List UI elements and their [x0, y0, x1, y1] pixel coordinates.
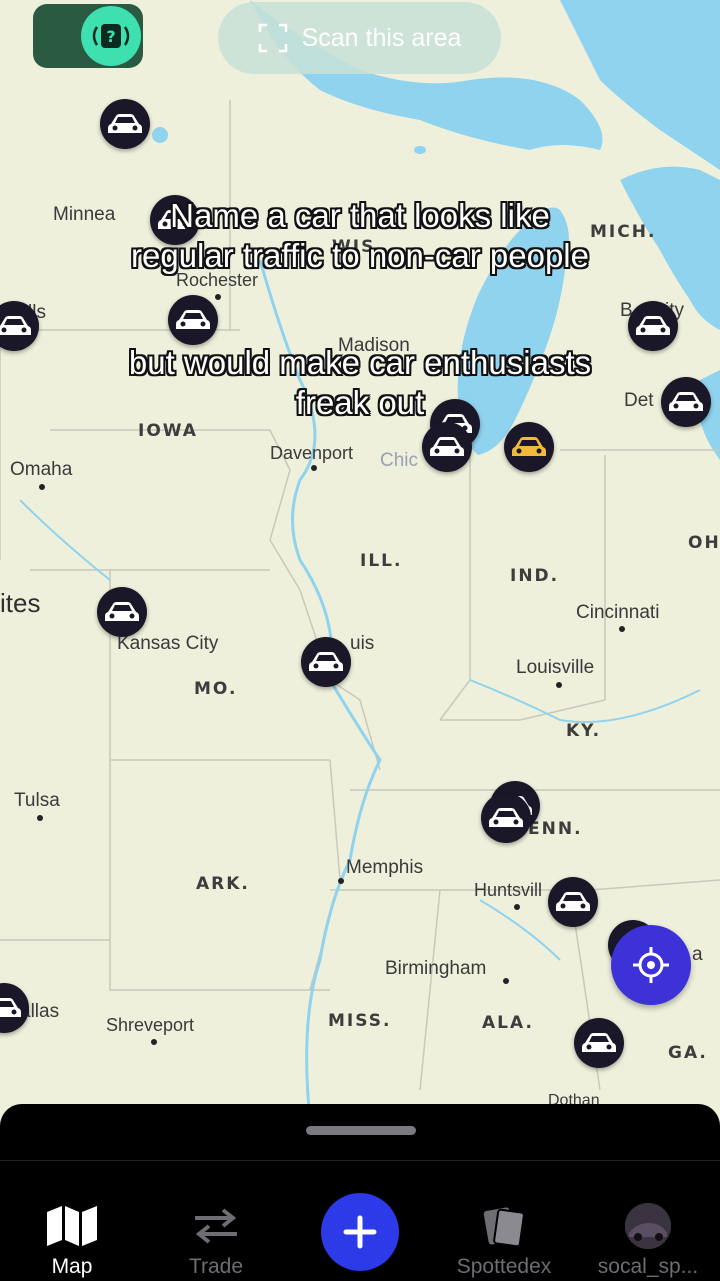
crosshair-icon: [633, 947, 669, 983]
tab-bar: Map Trade Spottedex socal_sp...: [0, 1160, 720, 1281]
tab-label: Trade: [188, 1255, 244, 1278]
car-icon: [489, 808, 523, 827]
state-label: ILL.: [360, 551, 403, 571]
city-label: Davenport: [270, 443, 354, 463]
city-label: Shreveport: [106, 1015, 195, 1035]
question-radio-icon: ?: [81, 6, 141, 66]
city-dot: [556, 682, 562, 688]
car-pin[interactable]: [97, 587, 147, 637]
caption-line: but would make car enthusiasts: [128, 344, 592, 381]
city-label: Omaha: [10, 459, 73, 480]
car-pin[interactable]: [301, 637, 351, 687]
scan-area-label: Scan this area: [301, 23, 462, 52]
tab-label: socal_sp...: [597, 1255, 699, 1278]
car-icon: [512, 437, 546, 456]
city-label: Huntsvill: [474, 880, 543, 900]
state-label: ENN.: [528, 819, 583, 839]
caption-line: freak out: [295, 384, 425, 421]
state-label: GA.: [668, 1043, 708, 1063]
scan-area-button[interactable]: Scan this area: [218, 2, 501, 74]
sheet-handle[interactable]: [306, 1126, 416, 1135]
map-icon: [45, 1197, 99, 1255]
car-icon: [0, 998, 21, 1017]
avatar: [625, 1203, 671, 1249]
car-icon: [309, 652, 343, 671]
radar-toggle[interactable]: ?: [33, 4, 143, 68]
tab-map[interactable]: Map: [0, 1161, 144, 1281]
locate-me-button[interactable]: [611, 925, 691, 1005]
car-icon: [636, 316, 670, 335]
plus-icon: [343, 1215, 377, 1249]
city-dot: [39, 484, 45, 490]
car-pin[interactable]: [100, 99, 150, 149]
svg-text:?: ?: [106, 27, 115, 46]
car-pin[interactable]: [504, 422, 554, 472]
city-label: uis: [350, 633, 375, 654]
caption-line: Name a car that looks like: [170, 197, 550, 234]
city-label: Birmingham: [385, 958, 487, 979]
city-dot: [503, 978, 509, 984]
car-icon: [556, 892, 590, 911]
add-spot-button[interactable]: [321, 1193, 399, 1271]
car-icon: [108, 114, 142, 133]
city-label: Kansas City: [117, 633, 219, 654]
state-label: MISS.: [328, 1011, 392, 1031]
car-icon: [105, 602, 139, 621]
city-dot: [619, 626, 625, 632]
city-label: Louisville: [516, 657, 595, 678]
cards-icon: [480, 1197, 528, 1255]
city-dot: [514, 904, 520, 910]
tab-trade[interactable]: Trade: [144, 1161, 288, 1281]
car-icon: [176, 310, 210, 329]
car-pin[interactable]: [422, 422, 472, 472]
city-label: Cincinnati: [576, 602, 660, 623]
car-pin[interactable]: [168, 295, 218, 345]
car-pin[interactable]: [574, 1018, 624, 1068]
city-dot: [215, 294, 221, 300]
country-label: ites: [0, 588, 41, 618]
city-dot: [338, 878, 344, 884]
city-label: Memphis: [346, 857, 424, 878]
tab-add[interactable]: [288, 1161, 432, 1281]
tab-profile[interactable]: socal_sp...: [576, 1161, 720, 1281]
car-pin[interactable]: [481, 793, 531, 843]
tab-label: Spottedex: [456, 1255, 552, 1278]
city-label: Tulsa: [14, 790, 60, 811]
car-icon: [582, 1033, 616, 1052]
state-label: KY.: [566, 721, 602, 741]
city-label: a: [692, 944, 703, 965]
caption-line: regular traffic to non-car people: [131, 237, 589, 274]
car-pin[interactable]: [548, 877, 598, 927]
scan-frame-icon: [258, 23, 287, 53]
state-label: ARK.: [196, 874, 250, 894]
state-label: OH: [688, 533, 720, 553]
city-dot: [37, 815, 43, 821]
tab-label: Map: [51, 1255, 93, 1278]
swap-arrows-icon: [191, 1197, 241, 1255]
state-label: IOWA: [138, 421, 198, 441]
car-icon: [430, 437, 464, 456]
tab-spottedex[interactable]: Spottedex: [432, 1161, 576, 1281]
state-label: MO.: [194, 679, 238, 699]
city-dot: [311, 465, 317, 471]
car-icon: [0, 316, 31, 335]
city-label: Chic: [380, 450, 419, 471]
state-label: IND.: [510, 566, 560, 586]
city-dot: [151, 1039, 157, 1045]
bottom-sheet[interactable]: [0, 1104, 720, 1160]
state-label: ALA.: [482, 1013, 534, 1033]
